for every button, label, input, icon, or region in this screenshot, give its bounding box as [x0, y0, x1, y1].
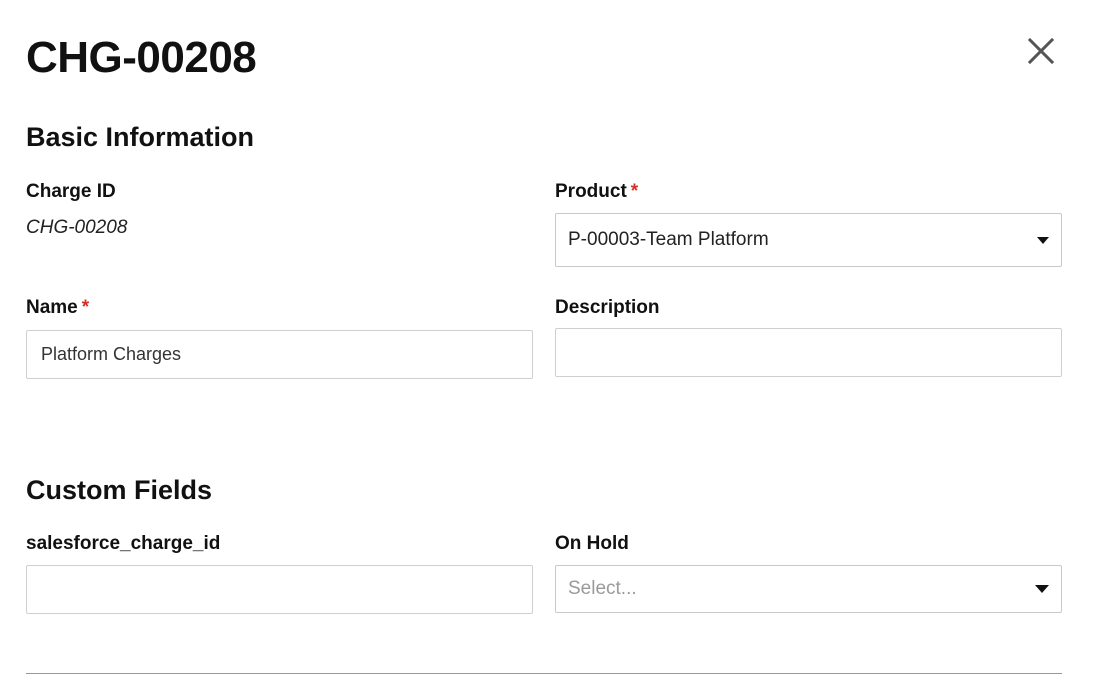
salesforce-charge-id-label: salesforce_charge_id [26, 532, 220, 556]
section-heading-basic-information: Basic Information [26, 122, 255, 152]
product-select-value: P-00003-Team Platform [568, 229, 769, 250]
close-button[interactable] [1024, 34, 1058, 68]
salesforce-charge-id-input[interactable] [26, 565, 533, 614]
footer-divider [26, 673, 1062, 674]
name-input[interactable] [26, 330, 533, 379]
charge-id-label: Charge ID [26, 180, 116, 204]
close-icon [1027, 37, 1055, 65]
on-hold-select-placeholder: Select... [568, 578, 637, 599]
product-select[interactable]: P-00003-Team Platform [555, 213, 1062, 267]
chevron-down-icon [1035, 585, 1049, 593]
section-heading-custom-fields: Custom Fields [26, 475, 213, 505]
product-label-text: Product [555, 181, 627, 202]
name-label-text: Name [26, 297, 78, 318]
description-input[interactable] [555, 328, 1062, 377]
description-label-text: Description [555, 297, 660, 318]
page-title: CHG-00208 [26, 33, 257, 82]
charge-id-value: CHG-00208 [26, 217, 128, 238]
on-hold-select[interactable]: Select... [555, 565, 1062, 613]
required-marker: * [81, 297, 90, 318]
product-label: Product * [555, 180, 638, 204]
required-marker: * [630, 181, 639, 202]
on-hold-label: On Hold [555, 532, 629, 556]
charge-id-label-text: Charge ID [26, 181, 116, 202]
on-hold-label-text: On Hold [555, 533, 629, 554]
description-label: Description [555, 296, 660, 320]
name-label: Name * [26, 296, 89, 320]
chevron-down-icon [1037, 236, 1049, 244]
charge-edit-modal: CHG-00208 Basic Information Charge ID CH… [0, 0, 1094, 690]
salesforce-charge-id-label-text: salesforce_charge_id [26, 533, 221, 554]
